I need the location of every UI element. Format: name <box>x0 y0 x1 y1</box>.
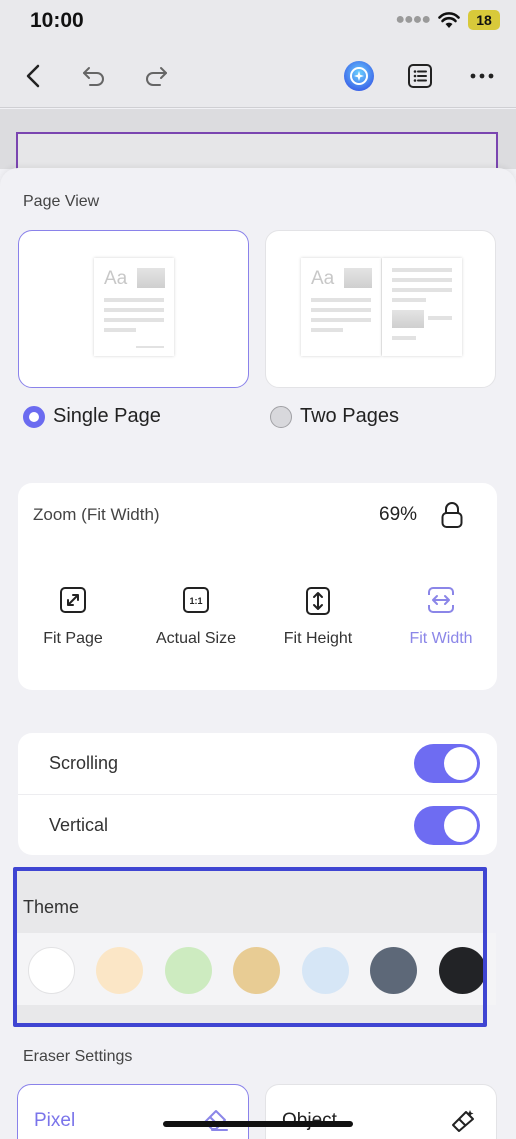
fit-height-icon <box>306 587 330 615</box>
theme-swatch-blue[interactable] <box>302 947 349 994</box>
svg-text:1:1: 1:1 <box>189 596 202 606</box>
two-pages-thumbnail-left: Aa <box>301 258 381 356</box>
fit-page-label: Fit Page <box>43 630 103 647</box>
redo-button[interactable] <box>138 58 174 94</box>
expand-icon <box>60 587 86 613</box>
vertical-label: Vertical <box>49 815 109 835</box>
ai-assistant-icon <box>344 61 374 91</box>
top-toolbar <box>0 44 516 108</box>
actual-size-label: Actual Size <box>155 630 237 647</box>
single-page-card[interactable]: Aa <box>18 230 249 388</box>
home-indicator <box>163 1121 353 1127</box>
one-to-one-icon: 1:1 <box>183 587 209 613</box>
scrolling-label: Scrolling <box>49 753 119 773</box>
vertical-toggle[interactable] <box>414 806 480 845</box>
fit-width-icon <box>428 587 454 613</box>
actual-size-option[interactable]: 1:1 Actual Size <box>136 586 256 648</box>
pixel-eraser-label: Pixel <box>34 1110 76 1131</box>
undo-button[interactable] <box>76 58 112 94</box>
page-view-title: Page View <box>23 193 100 210</box>
fit-height-option[interactable]: Fit Height <box>258 586 378 648</box>
scrolling-row: Scrolling <box>18 733 497 794</box>
document-page <box>16 132 498 172</box>
theme-swatch-white[interactable] <box>28 947 75 994</box>
single-page-thumbnail: Aa <box>94 258 174 356</box>
lock-icon <box>441 502 463 528</box>
theme-swatch-green[interactable] <box>165 947 212 994</box>
back-button[interactable] <box>15 58 51 94</box>
ai-assistant-button[interactable] <box>341 58 377 94</box>
undo-icon <box>83 67 104 86</box>
zoom-value: 69% <box>379 504 418 525</box>
single-page-radio[interactable] <box>23 405 45 428</box>
eraser-settings-title: Eraser Settings <box>23 1048 133 1065</box>
zoom-title: Zoom (Fit Width) <box>33 505 160 524</box>
zoom-card: Zoom (Fit Width) 69% Fit Page 1:1 Actual… <box>18 483 497 690</box>
pixel-eraser-option[interactable]: Pixel <box>17 1084 249 1139</box>
two-pages-option[interactable]: Two Pages <box>270 405 399 428</box>
two-pages-thumbnail-right <box>382 258 462 356</box>
two-pages-label: Two Pages <box>300 405 399 427</box>
outline-button[interactable] <box>402 58 438 94</box>
single-page-option[interactable]: Single Page <box>23 405 161 428</box>
zoom-lock-button[interactable] <box>440 501 464 534</box>
scroll-settings-card: Scrolling Vertical <box>18 733 497 855</box>
status-time: 10:00 <box>30 9 84 32</box>
object-eraser-option[interactable]: Object <box>265 1084 497 1139</box>
theme-swatch-row <box>15 933 496 1005</box>
wifi-icon <box>438 12 460 28</box>
theme-swatch-tan[interactable] <box>233 947 280 994</box>
more-icon <box>470 73 494 79</box>
battery-indicator: 18 <box>468 10 500 30</box>
vertical-row: Vertical <box>18 794 497 855</box>
more-button[interactable] <box>464 58 500 94</box>
scrolling-toggle[interactable] <box>414 744 480 783</box>
redo-icon <box>146 67 167 86</box>
two-pages-card[interactable]: Aa <box>265 230 496 388</box>
theme-title: Theme <box>23 897 80 917</box>
theme-swatch-cream[interactable] <box>96 947 143 994</box>
object-eraser-icon <box>450 1107 478 1139</box>
cellular-signal-icon: ●●●● <box>395 11 431 28</box>
document-area <box>0 109 516 172</box>
fit-width-label: Fit Width <box>409 630 473 647</box>
theme-swatch-slate[interactable] <box>370 947 417 994</box>
fit-page-option[interactable]: Fit Page <box>13 586 133 648</box>
single-page-label: Single Page <box>53 405 161 427</box>
chevron-left-icon <box>26 64 40 88</box>
list-icon <box>408 64 432 88</box>
status-icons: ●●●● 18 <box>395 10 500 30</box>
status-bar: 10:00 ●●●● 18 <box>0 0 516 44</box>
fit-width-option[interactable]: Fit Width <box>381 586 501 648</box>
fit-height-label: Fit Height <box>283 630 353 647</box>
theme-swatch-black[interactable] <box>439 947 486 994</box>
two-pages-radio[interactable] <box>270 405 292 428</box>
